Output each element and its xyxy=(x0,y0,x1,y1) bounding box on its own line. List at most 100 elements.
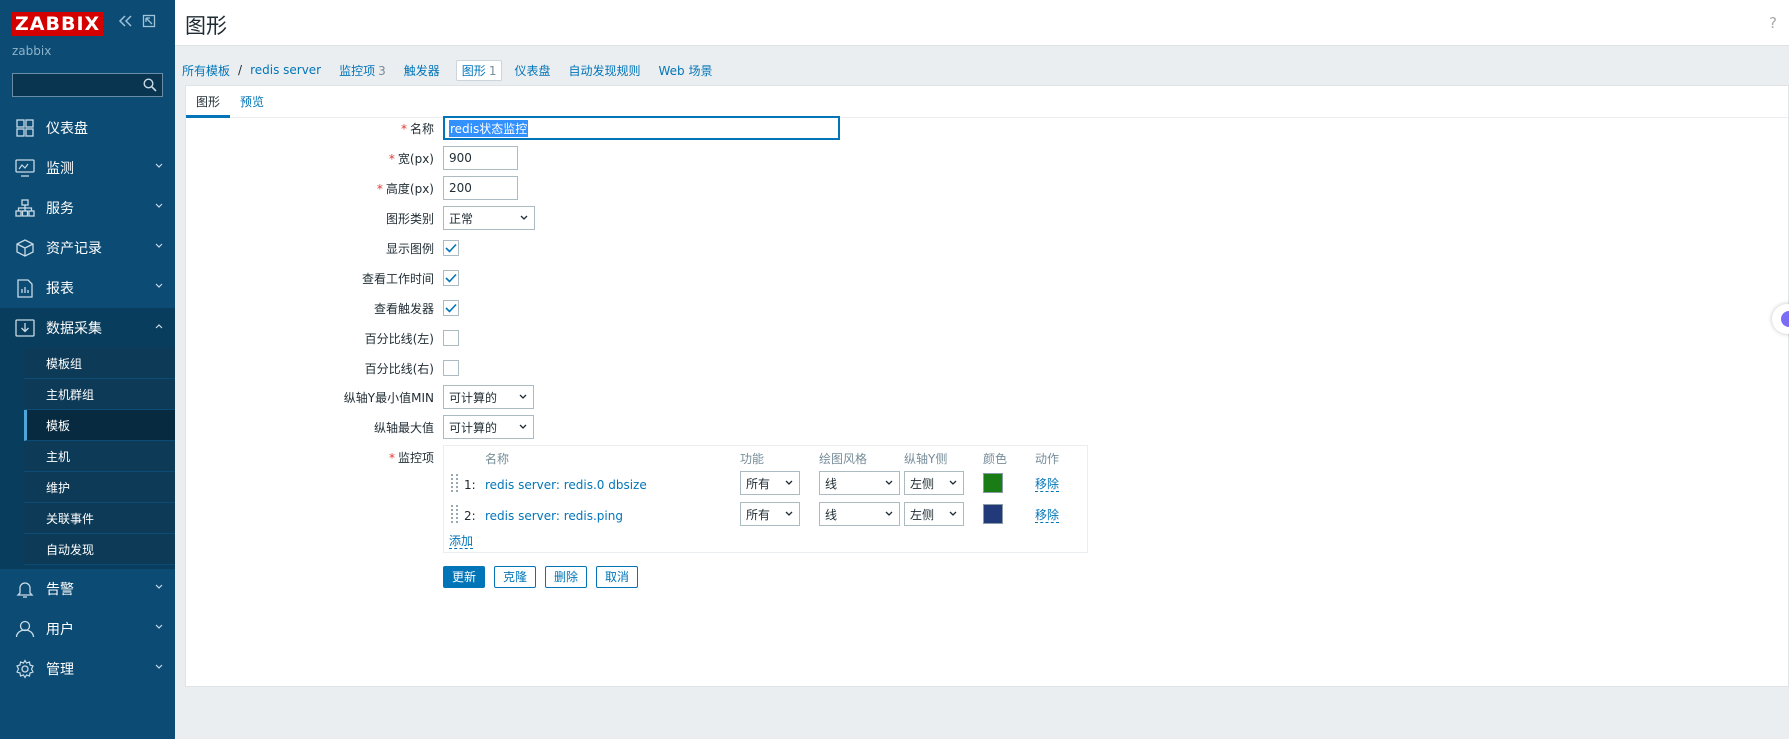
remove-item-button[interactable]: 移除 xyxy=(1035,509,1060,523)
working-time-row: 查看工作时间 xyxy=(186,266,1788,290)
check-icon xyxy=(445,243,457,253)
tab-preview[interactable]: 预览 xyxy=(230,86,274,118)
item-function-select[interactable]: 所有 xyxy=(740,471,800,495)
item-name-link[interactable]: redis server: redis.0 dbsize xyxy=(485,478,647,492)
item-function-select[interactable]: 所有 xyxy=(740,502,800,526)
name-field[interactable]: redis状态监控 xyxy=(443,116,840,140)
breadcrumb-web-scenarios[interactable]: Web 场景 xyxy=(658,62,712,79)
percentile-right-checkbox[interactable] xyxy=(443,360,459,376)
menu-services[interactable]: 服务 xyxy=(0,188,175,228)
submenu-template-groups[interactable]: 模板组 xyxy=(24,348,175,379)
col-function: 功能 xyxy=(740,452,765,466)
table-row: 1: redis server: redis.0 dbsize 所有 线 左侧 … xyxy=(444,470,1087,500)
items-row: * 监控项 名称 功能 绘图风格 纵轴Y侧 颜色 动作 1: redis serv… xyxy=(186,445,1788,555)
item-y-axis-select[interactable]: 左侧 xyxy=(904,502,964,526)
item-draw-style-select[interactable]: 线 xyxy=(819,502,900,526)
menu-label: 资产记录 xyxy=(46,241,102,257)
clone-button[interactable]: 克隆 xyxy=(494,566,537,588)
chevron-down-icon xyxy=(155,163,163,168)
item-y-axis-select[interactable]: 左侧 xyxy=(904,471,964,495)
chevron-down-icon xyxy=(519,424,527,429)
menu-administration[interactable]: 管理 xyxy=(0,649,175,689)
submenu-host-groups[interactable]: 主机群组 xyxy=(24,379,175,410)
menu-monitoring[interactable]: 监测 xyxy=(0,148,175,188)
collapse-sidebar-icon[interactable] xyxy=(118,14,134,28)
ymin-select[interactable]: 可计算的 xyxy=(443,385,534,409)
drag-handle-icon[interactable] xyxy=(451,474,459,492)
menu-label: 管理 xyxy=(46,662,74,678)
submenu-templates[interactable]: 模板 xyxy=(24,410,175,441)
show-triggers-row: 查看触发器 xyxy=(186,296,1788,320)
required-mark: * xyxy=(376,182,383,196)
search-input[interactable] xyxy=(13,74,162,96)
form-tabs: 图形 预览 xyxy=(186,86,1788,118)
chevron-down-icon xyxy=(785,480,793,485)
cancel-button[interactable]: 取消 xyxy=(596,566,639,588)
remove-item-button[interactable]: 移除 xyxy=(1035,478,1060,492)
submenu-maintenance[interactable]: 维护 xyxy=(24,472,175,503)
menu-label: 用户 xyxy=(46,622,74,638)
item-draw-style-select[interactable]: 线 xyxy=(819,471,900,495)
breadcrumb-all-templates[interactable]: 所有模板 xyxy=(182,62,230,79)
height-field[interactable] xyxy=(443,176,518,200)
gear-icon xyxy=(14,658,36,680)
menu-reports[interactable]: 报表 xyxy=(0,268,175,308)
items-label-text: 监控项 xyxy=(397,451,434,465)
breadcrumb-graphs[interactable]: 图形 1 xyxy=(455,59,503,81)
graph-type-row: 图形类别 正常 xyxy=(186,206,1788,230)
breadcrumb-items[interactable]: 监控项 3 xyxy=(339,62,386,79)
submenu-hosts[interactable]: 主机 xyxy=(24,441,175,472)
required-mark: * xyxy=(388,152,395,166)
tab-graph[interactable]: 图形 xyxy=(186,86,231,118)
menu-inventory[interactable]: 资产记录 xyxy=(0,228,175,268)
chevron-down-icon xyxy=(155,664,163,669)
show-legend-row: 显示图例 xyxy=(186,236,1788,260)
breadcrumb-triggers[interactable]: 触发器 xyxy=(404,62,440,79)
show-legend-checkbox[interactable] xyxy=(443,240,459,256)
name-label-text: 名称 xyxy=(409,122,434,136)
drag-handle-icon[interactable] xyxy=(451,505,459,523)
width-field[interactable] xyxy=(443,146,518,170)
item-name-link[interactable]: redis server: redis.ping xyxy=(485,509,623,523)
add-item-button[interactable]: 添加 xyxy=(449,535,474,549)
menu-dashboards[interactable]: 仪表盘 xyxy=(0,108,175,148)
chevron-down-icon xyxy=(155,584,163,589)
menu-label: 告警 xyxy=(46,582,74,598)
chevron-down-icon xyxy=(155,283,163,288)
working-time-checkbox[interactable] xyxy=(443,270,459,286)
chevron-down-icon xyxy=(520,215,528,220)
chevron-down-icon xyxy=(155,203,163,208)
chevron-down-icon xyxy=(885,480,893,485)
name-value: redis状态监控 xyxy=(449,119,529,137)
zabbix-logo[interactable]: ZABBIX xyxy=(12,12,104,36)
item-color-swatch[interactable] xyxy=(983,473,1003,493)
graphs-label: 图形 xyxy=(461,63,486,78)
ymax-row: 纵轴最大值 可计算的 xyxy=(186,415,1788,439)
kiosk-mode-icon[interactable] xyxy=(142,14,156,28)
update-button[interactable]: 更新 xyxy=(443,566,486,588)
menu-users[interactable]: 用户 xyxy=(0,609,175,649)
item-color-swatch[interactable] xyxy=(983,504,1003,524)
user-icon xyxy=(14,618,36,640)
breadcrumb-discovery-rules[interactable]: 自动发现规则 xyxy=(568,62,640,79)
delete-button[interactable]: 删除 xyxy=(545,566,588,588)
items-count: 3 xyxy=(378,63,386,78)
search-icon[interactable] xyxy=(143,78,157,92)
percentile-left-checkbox[interactable] xyxy=(443,330,459,346)
ymax-select[interactable]: 可计算的 xyxy=(443,415,534,439)
help-icon[interactable]: ? xyxy=(1769,14,1777,32)
breadcrumb-dashboards[interactable]: 仪表盘 xyxy=(514,62,550,79)
submenu-discovery[interactable]: 自动发现 xyxy=(24,534,175,565)
chevron-down-icon xyxy=(949,480,957,485)
chevron-down-icon xyxy=(155,624,163,629)
menu-label: 服务 xyxy=(46,201,74,217)
menu-alerts[interactable]: 告警 xyxy=(0,569,175,609)
show-triggers-checkbox[interactable] xyxy=(443,300,459,316)
breadcrumb-host[interactable]: redis server xyxy=(250,63,321,77)
menu-data-collection[interactable]: 数据采集 xyxy=(0,308,175,348)
table-row: 2: redis server: redis.ping 所有 线 左侧 移除 xyxy=(444,501,1087,531)
height-label-text: 高度(px) xyxy=(385,182,434,196)
submenu-event-correlation[interactable]: 关联事件 xyxy=(24,503,175,534)
col-name: 名称 xyxy=(485,452,510,466)
graph-type-select[interactable]: 正常 xyxy=(443,206,535,230)
